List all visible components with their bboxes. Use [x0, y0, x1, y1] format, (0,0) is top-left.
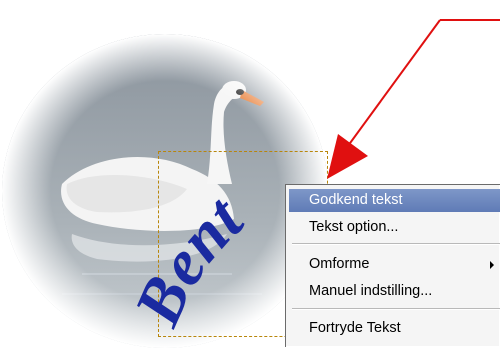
editor-canvas: Bent Godkend tekst Tekst option... Omfor… — [0, 0, 500, 348]
menu-item-manuel-indstilling[interactable]: Manuel indstilling... — [289, 280, 500, 303]
menu-separator — [292, 308, 500, 310]
context-menu: Godkend tekst Tekst option... Omforme Ma… — [285, 184, 500, 347]
menu-item-label: Godkend tekst — [309, 192, 403, 208]
menu-item-tekst-option[interactable]: Tekst option... — [289, 216, 500, 239]
menu-item-label: Omforme — [309, 256, 370, 272]
menu-item-omforme[interactable]: Omforme — [289, 253, 500, 276]
menu-item-label: Manuel indstilling... — [309, 283, 433, 299]
menu-item-label: Fortryde Tekst — [309, 320, 401, 336]
menu-item-fortryde-tekst[interactable]: Fortryde Tekst — [289, 317, 500, 340]
submenu-arrow-icon — [490, 261, 494, 269]
menu-item-godkend-tekst[interactable]: Godkend tekst — [289, 189, 500, 212]
menu-separator — [292, 243, 500, 245]
menu-item-label: Tekst option... — [309, 219, 399, 235]
